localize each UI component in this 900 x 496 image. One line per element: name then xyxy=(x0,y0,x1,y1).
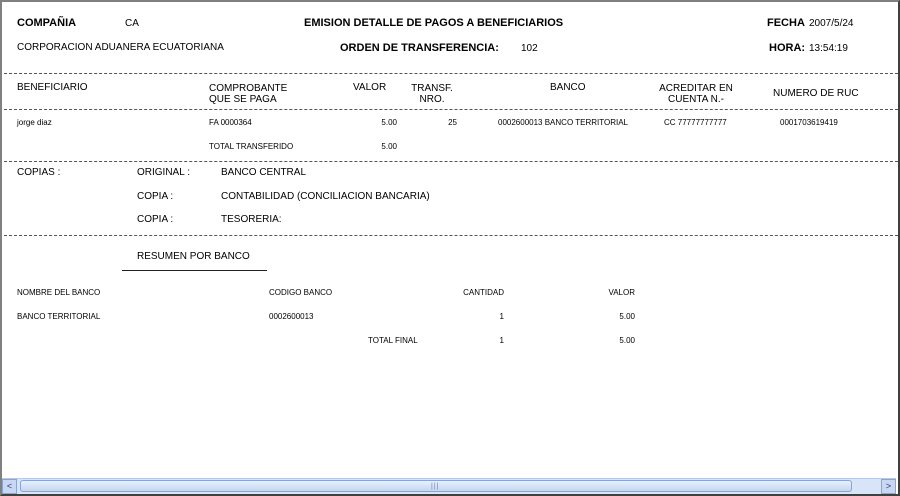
scroll-thumb[interactable]: ||| xyxy=(20,480,852,492)
resumen-row-valor: 5.00 xyxy=(619,312,635,321)
time-label: HORA: xyxy=(769,42,806,54)
resumen-col-valor: VALOR xyxy=(608,288,635,297)
total-final-valor: 5.00 xyxy=(619,336,635,345)
copias-label: COPIAS : xyxy=(17,167,61,178)
transfer-order-value: 102 xyxy=(521,43,538,54)
col-comprobante-line2: QUE SE PAGA xyxy=(209,94,277,105)
col-comprobante-line1: COMPROBANTE xyxy=(209,83,288,94)
copia-3-value: TESORERIA: xyxy=(221,214,282,225)
col-acreditar-line1: ACREDITAR EN xyxy=(659,83,733,94)
chevron-right-icon: > xyxy=(885,481,892,491)
resumen-row-nombre: BANCO TERRITORIAL xyxy=(17,312,101,321)
copia-original-label: ORIGINAL : xyxy=(137,167,190,178)
resumen-row-codigo: 0002600013 xyxy=(269,312,314,321)
col-ruc: NUMERO DE RUC xyxy=(773,88,859,99)
row-ruc: 0001703619419 xyxy=(780,118,838,127)
row-transf: 25 xyxy=(448,118,457,127)
col-banco: BANCO xyxy=(550,82,586,93)
total-final-cantidad: 1 xyxy=(499,336,504,345)
resumen-title: RESUMEN POR BANCO xyxy=(137,251,250,262)
resumen-col-cantidad: CANTIDAD xyxy=(463,288,504,297)
copia-2-label: COPIA : xyxy=(137,191,174,202)
col-valor: VALOR xyxy=(353,82,387,93)
col-transf-line1: TRANSF. xyxy=(411,83,453,94)
company-name: CORPORACION ADUANERA ECUATORIANA xyxy=(17,42,224,53)
time-value: 13:54:19 xyxy=(809,43,848,54)
col-transf-line2: NRO. xyxy=(419,94,445,105)
report-viewer: COMPAÑIA CA EMISION DETALLE DE PAGOS A B… xyxy=(0,0,900,496)
resumen-row-cantidad: 1 xyxy=(499,312,504,321)
date-label: FECHA xyxy=(767,17,805,29)
total-transferido-value: 5.00 xyxy=(381,142,397,151)
row-valor: 5.00 xyxy=(381,118,397,127)
col-beneficiario: BENEFICIARIO xyxy=(17,82,88,93)
copia-original-value: BANCO CENTRAL xyxy=(221,167,307,178)
date-value: 2007/5/24 xyxy=(809,18,854,29)
row-comprobante: FA 0000364 xyxy=(209,118,252,127)
scroll-left-button[interactable]: < xyxy=(2,479,17,494)
row-cuenta: CC 77777777777 xyxy=(664,118,727,127)
row-beneficiario: jorge diaz xyxy=(17,118,52,127)
scroll-right-button[interactable]: > xyxy=(881,479,896,494)
horizontal-scrollbar[interactable]: < ||| > xyxy=(2,478,896,494)
copia-2-value: CONTABILIDAD (CONCILIACION BANCARIA) xyxy=(221,191,430,202)
resumen-col-nombre: NOMBRE DEL BANCO xyxy=(17,288,101,297)
row-banco: 0002600013 BANCO TERRITORIAL xyxy=(498,118,628,127)
grip-icon: ||| xyxy=(431,483,440,490)
total-final-label: TOTAL FINAL xyxy=(368,336,418,345)
copia-3-label: COPIA : xyxy=(137,214,174,225)
total-transferido-label: TOTAL TRANSFERIDO xyxy=(209,142,294,151)
company-label: COMPAÑIA xyxy=(17,17,77,29)
resumen-col-codigo: CODIGO BANCO xyxy=(269,288,333,297)
report-title: EMISION DETALLE DE PAGOS A BENEFICIARIOS xyxy=(304,17,564,29)
divider xyxy=(4,73,898,74)
chevron-left-icon: < xyxy=(6,481,13,491)
resumen-underline xyxy=(122,270,267,271)
divider xyxy=(4,161,898,162)
divider xyxy=(4,109,898,110)
transfer-order-label: ORDEN DE TRANSFERENCIA: xyxy=(340,42,499,54)
col-acreditar-line2: CUENTA N.- xyxy=(668,94,724,105)
company-code: CA xyxy=(125,18,139,29)
divider xyxy=(4,235,898,236)
